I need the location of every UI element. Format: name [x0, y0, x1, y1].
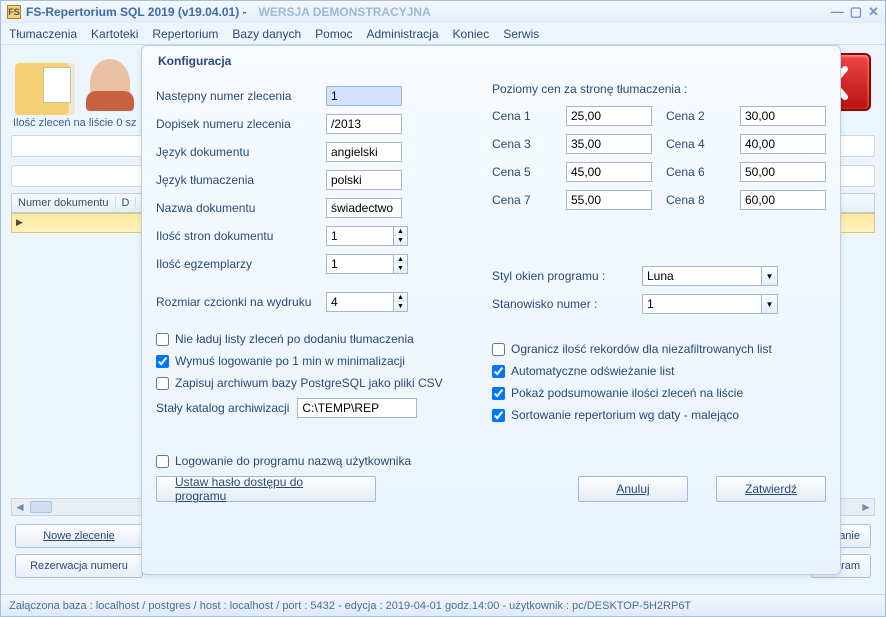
rezerwacja-numeru-button[interactable]: Rezerwacja numeru — [15, 554, 143, 578]
col-numer-dokumentu[interactable]: Numer dokumentu — [12, 197, 116, 209]
folder-icon[interactable] — [15, 63, 75, 115]
menu-koniec[interactable]: Koniec — [453, 27, 490, 41]
lbl-ilosc-stron: Ilość stron dokumentu — [156, 229, 326, 243]
styl-okien-select[interactable] — [642, 266, 762, 286]
maximize-icon[interactable]: ▢ — [850, 4, 862, 20]
lbl-ilosc-egz: Ilość egzemplarzy — [156, 257, 326, 271]
minimize-icon[interactable]: — — [831, 4, 844, 20]
lbl-jezyk-dok: Język dokumentu — [156, 145, 326, 159]
app-window: FS FS-Repertorium SQL 2019 (v19.04.01) -… — [0, 0, 886, 617]
lbl-stanowisko: Stanowisko numer : — [492, 297, 634, 311]
jezyk-dokumentu-input[interactable] — [326, 142, 402, 162]
spin-up-icon[interactable]: ▲ — [394, 255, 407, 264]
chevron-down-icon[interactable]: ▼ — [762, 294, 778, 314]
spin-down-icon[interactable]: ▼ — [394, 302, 407, 311]
window-title: FS-Repertorium SQL 2019 (v19.04.01) - — [26, 5, 247, 19]
titlebar: FS FS-Repertorium SQL 2019 (v19.04.01) -… — [1, 1, 885, 23]
cena8-input[interactable] — [740, 190, 826, 210]
lbl-cena8: Cena 8 — [666, 193, 726, 207]
ilosc-stron-input[interactable] — [326, 226, 394, 246]
list-count-label: Ilość zleceń na liście 0 sz — [13, 117, 137, 129]
cena7-input[interactable] — [566, 190, 652, 210]
lbl-cena3: Cena 3 — [492, 137, 552, 151]
scroll-thumb[interactable] — [30, 501, 52, 513]
menubar: Tłumaczenia Kartoteki Repertorium Bazy d… — [1, 23, 885, 45]
right-column: Poziomy cen za stronę tłumaczenia : Cena… — [492, 78, 826, 430]
lbl-poziomy-cen: Poziomy cen za stronę tłumaczenia : — [492, 82, 826, 96]
cena2-input[interactable] — [740, 106, 826, 126]
chk-pokaz-podsumowanie[interactable]: Pokaż podsumowanie ilości zleceń na liśc… — [492, 386, 826, 400]
stanowisko-select[interactable] — [642, 294, 762, 314]
menu-kartoteki[interactable]: Kartoteki — [91, 27, 138, 41]
window-demo-label: WERSJA DEMONSTRACYJNA — [259, 5, 431, 19]
nazwa-dokumentu-input[interactable] — [326, 198, 402, 218]
lbl-styl-okien: Styl okien programu : — [492, 269, 634, 283]
lbl-cena4: Cena 4 — [666, 137, 726, 151]
cena3-input[interactable] — [566, 134, 652, 154]
lbl-cena1: Cena 1 — [492, 109, 552, 123]
chk-ogranicz[interactable]: Ogranicz ilość rekordów dla niezafiltrow… — [492, 342, 826, 356]
jezyk-tlumaczenia-input[interactable] — [326, 170, 402, 190]
lbl-staly-katalog: Stały katalog archiwizacji — [156, 401, 289, 415]
spin-down-icon[interactable]: ▼ — [394, 264, 407, 273]
lbl-cena6: Cena 6 — [666, 165, 726, 179]
rozmiar-czcionki-input[interactable] — [326, 292, 394, 312]
katalog-archiwizacji-input[interactable] — [297, 398, 417, 418]
ustaw-haslo-button[interactable]: Ustaw hasło dostępu do programu — [156, 476, 376, 502]
menu-administracja[interactable]: Administracja — [367, 27, 439, 41]
lbl-nazwa-dok: Nazwa dokumentu — [156, 201, 326, 215]
chk-auto-odswiezanie[interactable]: Automatyczne odświeżanie list — [492, 364, 826, 378]
status-text: Załączona baza : localhost / postgres / … — [9, 600, 691, 612]
lbl-cena5: Cena 5 — [492, 165, 552, 179]
close-icon[interactable]: ✕ — [868, 4, 879, 20]
menu-bazy-danych[interactable]: Bazy danych — [232, 27, 301, 41]
lbl-rozmiar-czcionki: Rozmiar czcionki na wydruku — [156, 295, 326, 309]
scroll-right-icon[interactable]: ► — [858, 500, 874, 514]
spin-up-icon[interactable]: ▲ — [394, 293, 407, 302]
lbl-cena2: Cena 2 — [666, 109, 726, 123]
chevron-down-icon[interactable]: ▼ — [762, 266, 778, 286]
chk-sortowanie[interactable]: Sortowanie repertorium wg daty - malejąc… — [492, 408, 826, 422]
menu-serwis[interactable]: Serwis — [503, 27, 539, 41]
menu-repertorium[interactable]: Repertorium — [152, 27, 218, 41]
statusbar: Załączona baza : localhost / postgres / … — [1, 594, 885, 616]
scroll-left-icon[interactable]: ◄ — [12, 500, 28, 514]
dopisek-input[interactable] — [326, 114, 402, 134]
konfiguracja-dialog: Konfiguracja Następny numer zlecenia Dop… — [141, 45, 841, 575]
spin-down-icon[interactable]: ▼ — [394, 236, 407, 245]
lbl-jezyk-tlum: Język tłumaczenia — [156, 173, 326, 187]
left-column: Następny numer zlecenia Dopisek numeru z… — [156, 78, 472, 430]
app-icon: FS — [7, 5, 21, 19]
chk-zapisuj-csv[interactable]: Zapisuj archiwum bazy PostgreSQL jako pl… — [156, 376, 472, 390]
cena4-input[interactable] — [740, 134, 826, 154]
dialog-title: Konfiguracja — [158, 54, 826, 68]
user-icon[interactable] — [90, 59, 130, 107]
menu-pomoc[interactable]: Pomoc — [315, 27, 352, 41]
cena5-input[interactable] — [566, 162, 652, 182]
lbl-cena7: Cena 7 — [492, 193, 552, 207]
chk-wymus-logowanie[interactable]: Wymuś logowanie po 1 min w minimalizacji — [156, 354, 472, 368]
lbl-dopisek: Dopisek numeru zlecenia — [156, 117, 326, 131]
lbl-nastepny: Następny numer zlecenia — [156, 89, 326, 103]
spin-up-icon[interactable]: ▲ — [394, 227, 407, 236]
col-d[interactable]: D — [116, 197, 137, 209]
nastepny-numer-input[interactable] — [326, 86, 402, 106]
anuluj-button[interactable]: Anuluj — [578, 476, 688, 502]
chk-logowanie-nazwa[interactable]: Logowanie do programu nazwą użytkownika — [156, 454, 826, 468]
ilosc-egzemplarzy-input[interactable] — [326, 254, 394, 274]
zatwierdz-button[interactable]: Zatwierdź — [716, 476, 826, 502]
chk-nie-laduj[interactable]: Nie ładuj listy zleceń po dodaniu tłumac… — [156, 332, 472, 346]
cena6-input[interactable] — [740, 162, 826, 182]
cena1-input[interactable] — [566, 106, 652, 126]
nowe-zlecenie-button[interactable]: Nowe zlecenie — [15, 524, 143, 548]
menu-tlumaczenia[interactable]: Tłumaczenia — [9, 27, 77, 41]
